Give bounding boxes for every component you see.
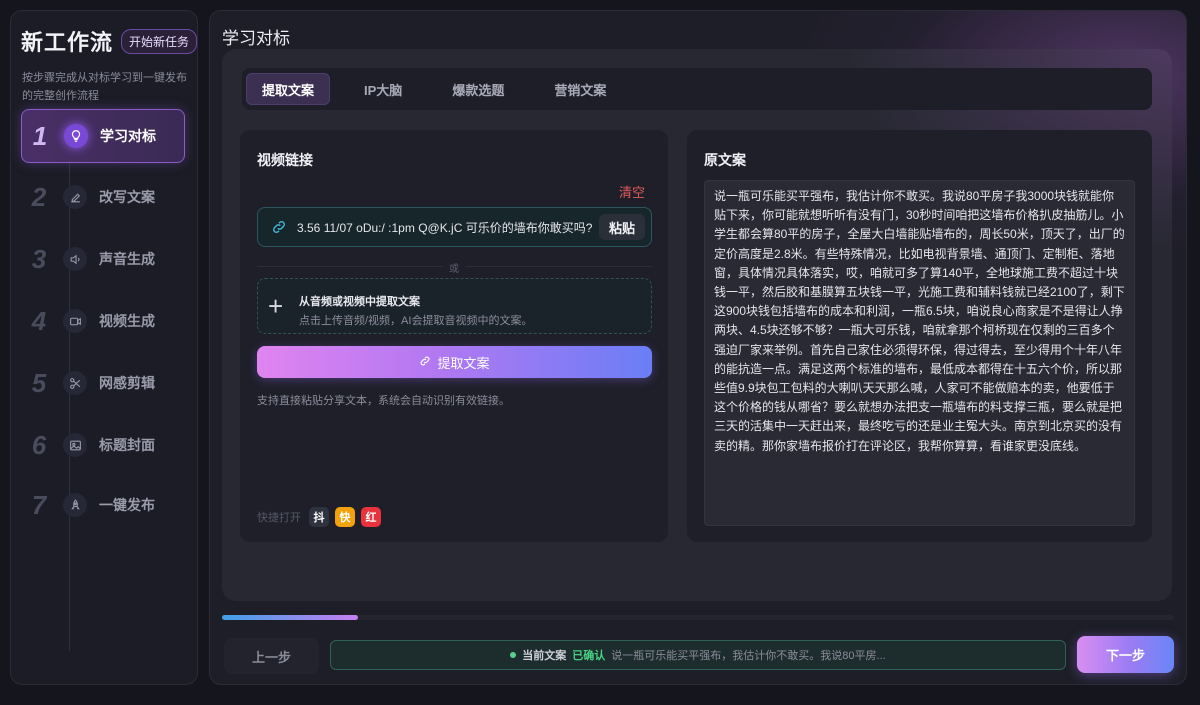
- upload-description: 点击上传音频/视频，AI会提取音视频中的文案。: [299, 315, 533, 327]
- main-panel: 学习对标 提取文案 IP大脑 爆款选题 营销文案 视频链接 清空 3.56 11…: [209, 10, 1187, 685]
- step-number: 6: [31, 429, 47, 460]
- workflow-sidebar: 新工作流 开始新任务 按步骤完成从对标学习到一键发布的完整创作流程 1 学习对标…: [10, 10, 198, 685]
- step-number: 7: [31, 489, 47, 520]
- plus-icon: +: [268, 291, 284, 321]
- step-1-learn-benchmark[interactable]: 1 学习对标: [21, 109, 185, 163]
- step-label: 标题封面: [99, 437, 155, 453]
- step-number: 2: [31, 181, 47, 212]
- original-copy-textarea[interactable]: 说一瓶可乐能买平强布，我估计你不敢买。我说80平房子我3000块钱就能你贴下来，…: [704, 180, 1135, 526]
- pen-icon: [63, 185, 87, 209]
- tab-hot-topics[interactable]: 爆款选题: [436, 73, 520, 105]
- current-copy-status: 当前文案 已确认 说一瓶可乐能买平强布，我估计你不敢买。我说80平房...: [330, 640, 1066, 670]
- step-4-video[interactable]: 4 视频生成: [21, 294, 185, 348]
- status-preview-text: 说一瓶可乐能买平强布，我估计你不敢买。我说80平房...: [611, 650, 886, 662]
- progress-fill: [222, 615, 359, 620]
- tab-extract-copy[interactable]: 提取文案: [246, 73, 331, 105]
- status-confirmed-badge: 已确认: [572, 650, 606, 662]
- link-icon: [419, 355, 431, 370]
- sidebar-description: 按步骤完成从对标学习到一键发布的完整创作流程: [22, 72, 187, 102]
- scissors-icon: [63, 371, 87, 395]
- video-link-value[interactable]: 3.56 11/07 oDu:/ :1pm Q@K.jC 可乐价的墙布你敢买吗?: [297, 219, 597, 236]
- original-copy-card: 原文案 说一瓶可乐能买平强布，我估计你不敢买。我说80平房子我3000块钱就能你…: [687, 130, 1152, 542]
- step-label: 一键发布: [99, 497, 155, 513]
- divider-line: [257, 266, 443, 267]
- status-label: 当前文案: [522, 650, 567, 662]
- paste-button[interactable]: 粘贴: [598, 214, 645, 240]
- xiaohongshu-icon[interactable]: 红: [361, 507, 381, 527]
- link-icon: [270, 218, 288, 236]
- step-6-cover[interactable]: 6 标题封面: [21, 418, 185, 472]
- step-label: 网感剪辑: [99, 375, 155, 391]
- tab-ip-brain[interactable]: IP大脑: [348, 73, 418, 105]
- sidebar-title: 新工作流: [21, 30, 114, 55]
- page-title: 学习对标: [222, 29, 290, 48]
- tab-bar: 提取文案 IP大脑 爆款选题 营销文案: [242, 68, 1152, 110]
- step-label: 改写文案: [99, 189, 155, 205]
- video-link-card: 视频链接 清空 3.56 11/07 oDu:/ :1pm Q@K.jC 可乐价…: [240, 130, 668, 542]
- quick-open-label: 快捷打开: [257, 512, 301, 524]
- video-camera-icon: [63, 309, 87, 333]
- or-label: 或: [449, 264, 459, 275]
- upload-title: 从音频或视频中提取文案: [299, 296, 420, 308]
- extract-copy-button[interactable]: 提取文案: [257, 346, 652, 378]
- divider-line: [466, 266, 652, 267]
- step-number: 1: [32, 120, 48, 151]
- new-task-button[interactable]: 开始新任务: [121, 28, 197, 54]
- step-label: 学习对标: [100, 128, 156, 144]
- step-number: 5: [31, 367, 47, 398]
- step-number: 3: [31, 243, 47, 274]
- clear-button[interactable]: 清空: [619, 182, 645, 201]
- quick-open-row: 快捷打开 抖 快 红: [257, 507, 381, 527]
- kuaishou-icon[interactable]: 快: [335, 507, 355, 527]
- previous-step-button[interactable]: 上一步: [224, 638, 319, 674]
- hint-text: 支持直接粘贴分享文本，系统会自动识别有效链接。: [257, 395, 510, 407]
- step-5-edit[interactable]: 5 网感剪辑: [21, 356, 185, 410]
- lightbulb-icon: [64, 124, 88, 148]
- speaker-icon: [63, 247, 87, 271]
- step-3-voice[interactable]: 3 声音生成: [21, 232, 185, 286]
- next-step-button[interactable]: 下一步: [1077, 636, 1174, 673]
- content-area: 提取文案 IP大脑 爆款选题 营销文案 视频链接 清空 3.56 11/07 o…: [222, 49, 1172, 601]
- step-number: 4: [31, 305, 47, 336]
- extract-button-label: 提取文案: [437, 355, 490, 371]
- step-label: 视频生成: [99, 313, 155, 329]
- step-2-rewrite[interactable]: 2 改写文案: [21, 170, 185, 224]
- step-label: 声音生成: [99, 251, 155, 267]
- sidebar-header: 新工作流 开始新任务: [21, 25, 197, 57]
- rocket-icon: [63, 493, 87, 517]
- video-link-title: 视频链接: [257, 152, 313, 168]
- video-link-input[interactable]: 3.56 11/07 oDu:/ :1pm Q@K.jC 可乐价的墙布你敢买吗?…: [257, 207, 652, 247]
- workflow-progress-bar: [222, 615, 1174, 620]
- upload-media-dropzone[interactable]: + 从音频或视频中提取文案 点击上传音频/视频，AI会提取音视频中的文案。: [257, 278, 652, 334]
- original-copy-title: 原文案: [704, 152, 746, 168]
- status-dot-icon: [510, 652, 517, 658]
- tab-marketing-copy[interactable]: 营销文案: [538, 73, 622, 105]
- image-icon: [63, 433, 87, 457]
- step-7-publish[interactable]: 7 一键发布: [21, 478, 185, 532]
- or-divider: 或: [257, 260, 652, 275]
- douyin-icon[interactable]: 抖: [309, 507, 329, 527]
